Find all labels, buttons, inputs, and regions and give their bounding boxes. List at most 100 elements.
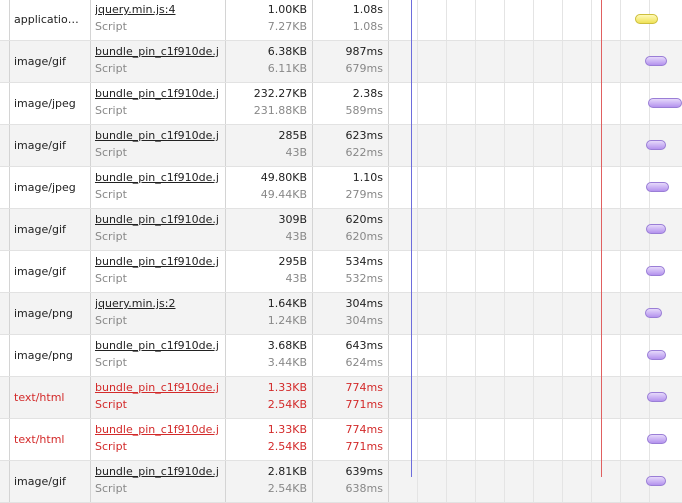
row-gutter xyxy=(0,125,10,166)
timing-bar[interactable] xyxy=(647,434,667,444)
waterfall-gridline xyxy=(417,461,418,502)
latency: 279ms xyxy=(345,188,383,201)
initiator-link[interactable]: bundle_pin_c1f910de.j xyxy=(95,381,225,395)
initiator-link[interactable]: bundle_pin_c1f910de.j xyxy=(95,171,225,185)
initiator-link[interactable]: bundle_pin_c1f910de.j xyxy=(95,129,225,143)
waterfall-gridline xyxy=(504,251,505,292)
transfer-size: 232.27KB xyxy=(253,87,307,100)
timing-bar[interactable] xyxy=(646,140,666,150)
total-time: 623ms xyxy=(345,129,383,142)
initiator-link[interactable]: bundle_pin_c1f910de.j xyxy=(95,87,225,101)
size-cell: 49.80KB 49.44KB xyxy=(226,167,313,208)
waterfall-gridline xyxy=(417,251,418,292)
latency: 771ms xyxy=(345,440,383,453)
initiator-kind: Script xyxy=(95,440,127,453)
waterfall-gridline xyxy=(504,41,505,82)
waterfall-cell xyxy=(389,83,682,124)
waterfall-gridline xyxy=(475,0,476,40)
timing-bar[interactable] xyxy=(648,98,682,108)
waterfall-gridline xyxy=(475,83,476,124)
waterfall-gridline xyxy=(562,419,563,460)
waterfall-gridline xyxy=(475,209,476,250)
type-cell: applicatio… xyxy=(10,0,91,40)
waterfall-gridline xyxy=(620,41,621,82)
waterfall-cell xyxy=(389,419,682,460)
waterfall-gridline xyxy=(504,419,505,460)
timing-bar[interactable] xyxy=(645,56,667,66)
waterfall-gridline xyxy=(446,83,447,124)
waterfall-gridline xyxy=(562,41,563,82)
network-requests-table: applicatio… jquery.min.js:4 Script 1.00KB 7.… xyxy=(0,0,682,503)
waterfall-gridline xyxy=(620,167,621,208)
initiator-link[interactable]: bundle_pin_c1f910de.j xyxy=(95,45,225,59)
load-event-marker xyxy=(601,0,602,477)
initiator-kind: Script xyxy=(95,314,127,327)
time-cell: 639ms 638ms xyxy=(313,461,389,502)
waterfall-gridline xyxy=(504,83,505,124)
request-row[interactable]: image/gif bundle_pin_c1f910de.j Script 309B… xyxy=(0,209,682,251)
waterfall-gridline xyxy=(417,377,418,418)
initiator-cell: bundle_pin_c1f910de.j Script xyxy=(91,125,226,166)
request-row[interactable]: image/gif bundle_pin_c1f910de.j Script 295B… xyxy=(0,251,682,293)
timing-bar[interactable] xyxy=(647,392,667,402)
waterfall-gridline xyxy=(591,419,592,460)
waterfall-gridline xyxy=(562,83,563,124)
time-cell: 620ms 620ms xyxy=(313,209,389,250)
waterfall-gridline xyxy=(504,377,505,418)
timing-bar[interactable] xyxy=(645,308,662,318)
initiator-link[interactable]: bundle_pin_c1f910de.j xyxy=(95,213,225,227)
request-row[interactable]: image/gif bundle_pin_c1f910de.j Script 6.38… xyxy=(0,41,682,83)
initiator-link[interactable]: bundle_pin_c1f910de.j xyxy=(95,423,225,437)
initiator-link[interactable]: jquery.min.js:4 xyxy=(95,3,225,17)
timing-bar[interactable] xyxy=(646,476,666,486)
waterfall-gridline xyxy=(591,41,592,82)
waterfall-gridline xyxy=(591,335,592,376)
row-gutter xyxy=(0,0,10,40)
request-row[interactable]: image/png jquery.min.js:2 Script 1.64KB 1.24… xyxy=(0,293,682,335)
waterfall-cell xyxy=(389,125,682,166)
waterfall-gridline xyxy=(562,461,563,502)
initiator-cell: bundle_pin_c1f910de.j Script xyxy=(91,41,226,82)
request-row[interactable]: text/html bundle_pin_c1f910de.j Script 1.33… xyxy=(0,419,682,461)
request-row[interactable]: image/jpeg bundle_pin_c1f910de.j Script 49.… xyxy=(0,167,682,209)
initiator-link[interactable]: bundle_pin_c1f910de.j xyxy=(95,255,225,269)
transfer-size: 285B xyxy=(278,129,307,142)
initiator-kind: Script xyxy=(95,398,127,411)
timing-bar[interactable] xyxy=(646,182,669,192)
total-time: 774ms xyxy=(345,381,383,394)
request-row[interactable]: applicatio… jquery.min.js:4 Script 1.00KB 7.… xyxy=(0,0,682,41)
waterfall-gridline xyxy=(446,461,447,502)
request-row[interactable]: image/gif bundle_pin_c1f910de.j Script 285B… xyxy=(0,125,682,167)
waterfall-gridline xyxy=(504,0,505,40)
type-cell: text/html xyxy=(10,419,91,460)
timing-bar[interactable] xyxy=(647,350,666,360)
waterfall-gridline xyxy=(417,209,418,250)
initiator-cell: bundle_pin_c1f910de.j Script xyxy=(91,83,226,124)
type-cell: image/gif xyxy=(10,251,91,292)
waterfall-cell xyxy=(389,335,682,376)
request-row[interactable]: image/png bundle_pin_c1f910de.j Script 3.68… xyxy=(0,335,682,377)
waterfall-gridline xyxy=(475,335,476,376)
initiator-link[interactable]: bundle_pin_c1f910de.j xyxy=(95,339,225,353)
latency: 620ms xyxy=(345,230,383,243)
timing-bar[interactable] xyxy=(646,266,665,276)
request-row[interactable]: text/html bundle_pin_c1f910de.j Script 1.33… xyxy=(0,377,682,419)
waterfall-gridline xyxy=(591,461,592,502)
waterfall-gridline xyxy=(504,209,505,250)
request-row[interactable]: image/jpeg bundle_pin_c1f910de.j Script 232… xyxy=(0,83,682,125)
latency: 638ms xyxy=(345,482,383,495)
size-cell: 3.68KB 3.44KB xyxy=(226,335,313,376)
timing-bar[interactable] xyxy=(646,224,666,234)
total-time: 643ms xyxy=(345,339,383,352)
initiator-link[interactable]: jquery.min.js:2 xyxy=(95,297,225,311)
waterfall-gridline xyxy=(475,461,476,502)
waterfall-gridline xyxy=(475,419,476,460)
request-row[interactable]: image/gif bundle_pin_c1f910de.j Script 2.81… xyxy=(0,461,682,503)
transfer-size: 1.00KB xyxy=(267,3,307,16)
content-size: 43B xyxy=(285,272,307,285)
total-time: 2.38s xyxy=(352,87,383,100)
timing-bar[interactable] xyxy=(635,14,658,24)
time-cell: 774ms 771ms xyxy=(313,419,389,460)
waterfall-gridline xyxy=(562,377,563,418)
content-size: 2.54KB xyxy=(267,398,307,411)
